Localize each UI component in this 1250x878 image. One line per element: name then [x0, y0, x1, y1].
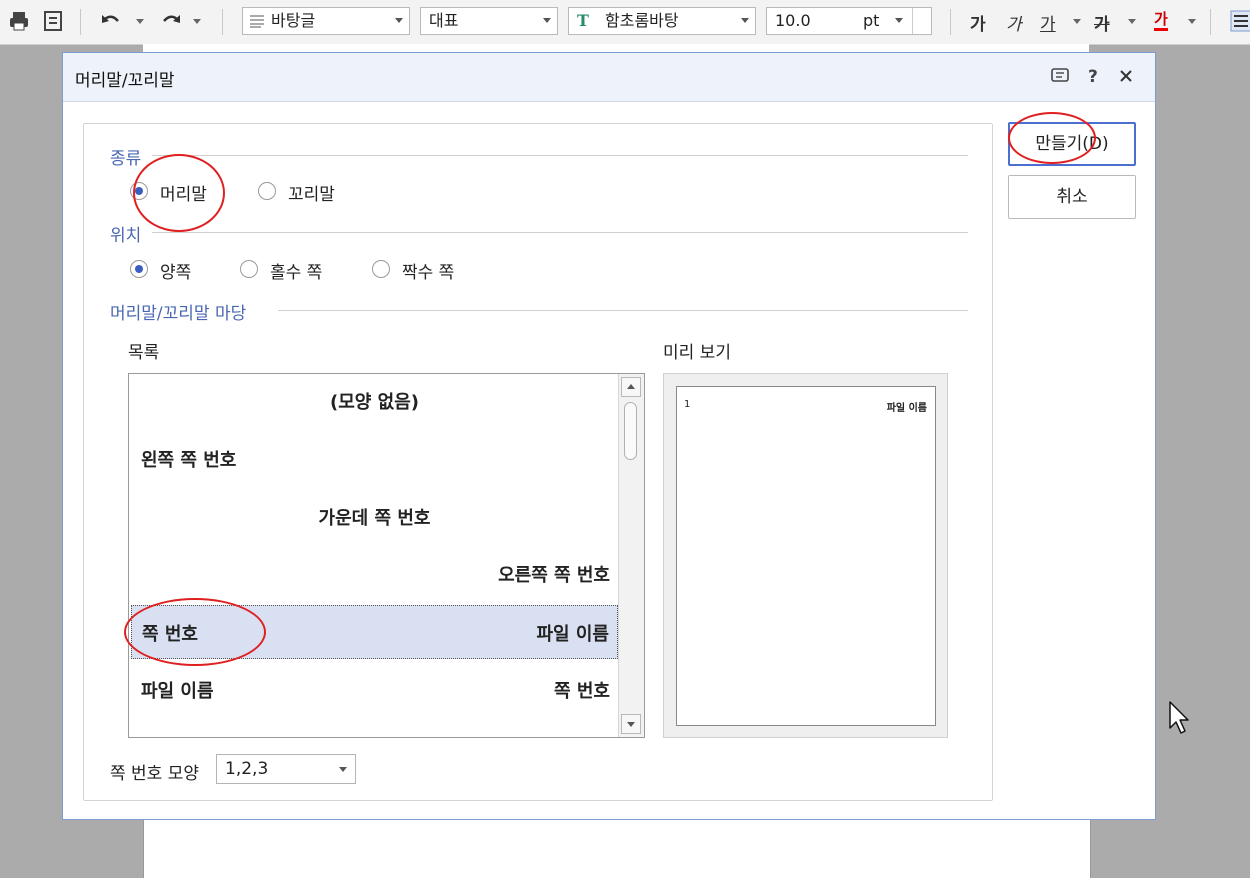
page-number-format-value: 1,2,3	[225, 759, 269, 779]
field-section-label: 머리말/꼬리말 마당	[110, 304, 247, 324]
redo-dropdown-icon[interactable]	[193, 19, 201, 24]
list-item-center: (모양 없음)	[330, 392, 419, 413]
annotation-circle	[1008, 112, 1096, 164]
radio-both-pages-label: 양쪽	[160, 263, 192, 283]
preview-label: 미리 보기	[663, 343, 731, 363]
list-item-right: 파일 이름	[536, 624, 609, 645]
font-size-value: 10.0	[775, 11, 811, 30]
list-item[interactable]: 가운데 쪽 번호	[131, 490, 618, 542]
font-size-combo[interactable]: 10.0 pt	[766, 7, 932, 35]
scroll-up-button[interactable]	[621, 377, 641, 397]
font-size-unit: pt	[863, 11, 880, 30]
list-item-left: 파일 이름	[141, 681, 214, 702]
annotation-circle	[133, 154, 225, 232]
list-item-right: 오른쪽 쪽 번호	[498, 565, 610, 586]
dialog-titlebar: 머리말/꼬리말 ?	[63, 53, 1155, 102]
preview-pane: 1 파일 이름	[663, 373, 948, 738]
chevron-down-icon	[339, 767, 347, 772]
list-item-right: 쪽 번호	[554, 681, 610, 702]
font-size-spinner[interactable]	[912, 8, 931, 34]
radio-footer[interactable]	[258, 182, 276, 200]
help-icon[interactable]: ?	[1081, 64, 1105, 88]
style-combo-value: 바탕글	[271, 11, 316, 30]
list-scrollbar[interactable]	[618, 374, 644, 737]
position-section-label: 위치	[110, 226, 142, 246]
redo-icon[interactable]	[160, 10, 182, 32]
preview-left-text: 1	[684, 399, 691, 410]
chevron-down-icon	[395, 18, 403, 23]
document-page	[143, 818, 1091, 878]
radio-footer-label: 꼬리말	[288, 185, 335, 205]
toolbar-separator	[222, 9, 223, 35]
bold-button[interactable]: 가	[970, 10, 986, 35]
list-item-center: 가운데 쪽 번호	[318, 508, 431, 529]
section-divider	[152, 232, 968, 233]
undo-dropdown-icon[interactable]	[136, 19, 144, 24]
chevron-down-icon	[627, 722, 635, 727]
font-combo-value: 함초롬바탕	[605, 11, 679, 30]
list-item[interactable]: (모양 없음)	[131, 374, 618, 426]
print-icon[interactable]	[8, 10, 30, 32]
scroll-down-button[interactable]	[621, 714, 641, 734]
font-color-dropdown-icon[interactable]	[1188, 19, 1196, 24]
close-icon[interactable]	[1114, 64, 1138, 88]
chevron-down-icon	[895, 18, 903, 23]
radio-even-pages-label: 짝수 쪽	[402, 263, 455, 283]
italic-button[interactable]: 가	[1006, 10, 1022, 35]
chevron-down-icon	[543, 18, 551, 23]
align-justify-icon[interactable]	[1230, 10, 1250, 32]
toolbar-separator	[950, 9, 951, 35]
annotation-circle	[124, 598, 266, 666]
underline-dropdown-icon[interactable]	[1073, 19, 1081, 24]
list-item[interactable]: 오른쪽 쪽 번호	[131, 547, 618, 599]
list-item[interactable]: 파일 이름 쪽 번호	[131, 663, 618, 715]
strikethrough-dropdown-icon[interactable]	[1128, 19, 1136, 24]
section-divider	[278, 310, 968, 311]
radio-odd-pages-label: 홀수 쪽	[270, 263, 323, 283]
font-color-button[interactable]: 가	[1154, 10, 1168, 31]
chevron-up-icon	[627, 384, 635, 389]
paragraph-style-icon	[250, 15, 264, 28]
chevron-down-icon	[741, 18, 749, 23]
page-number-format-label: 쪽 번호 모양	[110, 764, 200, 784]
strikethrough-button[interactable]: 가	[1094, 10, 1110, 35]
font-combo[interactable]: T 함초롬바탕	[568, 7, 756, 35]
radio-odd-pages[interactable]	[240, 260, 258, 278]
dialog-title: 머리말/꼬리말	[75, 71, 175, 91]
help-comment-icon[interactable]	[1048, 64, 1072, 88]
type-section-label: 종류	[110, 149, 142, 169]
mouse-cursor-icon	[1169, 701, 1189, 734]
list-item-left: 왼쪽 쪽 번호	[141, 450, 237, 471]
scroll-thumb[interactable]	[624, 402, 637, 460]
toolbar: 바탕글 대표 T 함초롬바탕 10.0 pt 가 가 가 가 가	[0, 0, 1250, 45]
underline-button[interactable]: 가	[1040, 10, 1056, 35]
toolbar-separator	[80, 9, 81, 35]
cancel-button[interactable]: 취소	[1008, 175, 1136, 219]
preview-right-text: 파일 이름	[886, 403, 927, 414]
template-listbox[interactable]: (모양 없음) 왼쪽 쪽 번호 가운데 쪽 번호 오른쪽 쪽 번호 쪽 번호 파…	[128, 373, 645, 738]
page-number-format-select[interactable]: 1,2,3	[216, 754, 356, 784]
list-label: 목록	[128, 343, 160, 363]
style-combo[interactable]: 바탕글	[242, 7, 410, 35]
radio-both-pages[interactable]	[130, 260, 148, 278]
toolbar-separator	[1210, 9, 1211, 35]
language-combo[interactable]: 대표	[420, 7, 558, 35]
language-combo-value: 대표	[429, 11, 459, 30]
radio-even-pages[interactable]	[372, 260, 390, 278]
preview-page: 1 파일 이름	[676, 386, 936, 726]
truetype-font-icon: T	[577, 11, 589, 30]
list-item[interactable]: 왼쪽 쪽 번호	[131, 432, 618, 484]
page-view-icon[interactable]	[42, 10, 64, 32]
section-divider	[152, 155, 968, 156]
svg-text:?: ?	[1088, 67, 1098, 87]
undo-icon[interactable]	[100, 10, 122, 32]
